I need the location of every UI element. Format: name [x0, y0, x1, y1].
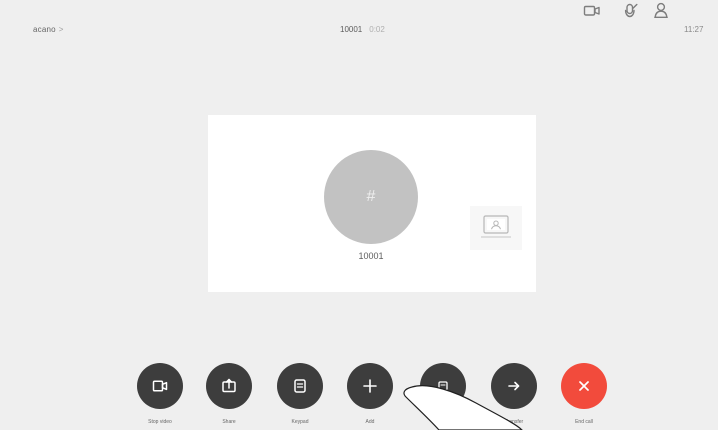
end-call-label: End call	[575, 419, 593, 425]
call-label: 10001	[358, 251, 384, 261]
stop-video-label: Stop video	[148, 419, 172, 425]
add-control[interactable]: Add	[347, 363, 393, 430]
participants-button[interactable]	[420, 363, 466, 409]
keypad-label: Keypad	[291, 419, 309, 425]
close-icon	[579, 381, 589, 391]
stop-video-control[interactable]: Stop video	[137, 363, 183, 430]
call-number: 10001	[340, 25, 363, 34]
participants-control[interactable]	[420, 363, 466, 430]
share-icon	[222, 378, 236, 393]
share-button[interactable]	[206, 363, 252, 409]
stop-video-button[interactable]	[137, 363, 183, 409]
brand-label: acano >	[33, 25, 64, 34]
call-controls: Stop video Share Keypad Add Transfer End…	[0, 363, 718, 430]
add-label: Add	[365, 419, 375, 425]
brand-separator: >	[58, 25, 64, 34]
arrow-right-icon	[508, 381, 520, 391]
person-icon[interactable]	[652, 0, 670, 22]
keypad-icon	[294, 379, 306, 393]
end-call-control[interactable]: End call	[561, 363, 607, 430]
clock: 11:27	[684, 25, 704, 34]
end-call-button[interactable]	[561, 363, 607, 409]
add-button[interactable]	[347, 363, 393, 409]
transfer-control[interactable]: Transfer	[491, 363, 537, 430]
share-label: Share	[222, 419, 236, 425]
camera-icon[interactable]	[583, 0, 601, 22]
video-icon	[152, 380, 168, 392]
participants-icon	[438, 381, 448, 391]
share-control[interactable]: Share	[206, 363, 252, 430]
keypad-control[interactable]: Keypad	[277, 363, 323, 430]
call-card: # 10001	[208, 115, 536, 292]
call-title: 10001 0:02	[340, 25, 385, 34]
transfer-label: Transfer	[504, 419, 524, 425]
self-view-thumbnail[interactable]	[470, 206, 522, 250]
avatar: #	[324, 150, 418, 244]
top-bar: acano > 10001 0:02 11:27	[0, 0, 718, 60]
microphone-mute-icon[interactable]	[622, 0, 640, 22]
transfer-button[interactable]	[491, 363, 537, 409]
call-duration: 0:02	[369, 25, 385, 34]
brand-text: acano	[33, 25, 56, 34]
plus-icon	[363, 379, 377, 393]
keypad-button[interactable]	[277, 363, 323, 409]
avatar-symbol: #	[366, 188, 376, 205]
